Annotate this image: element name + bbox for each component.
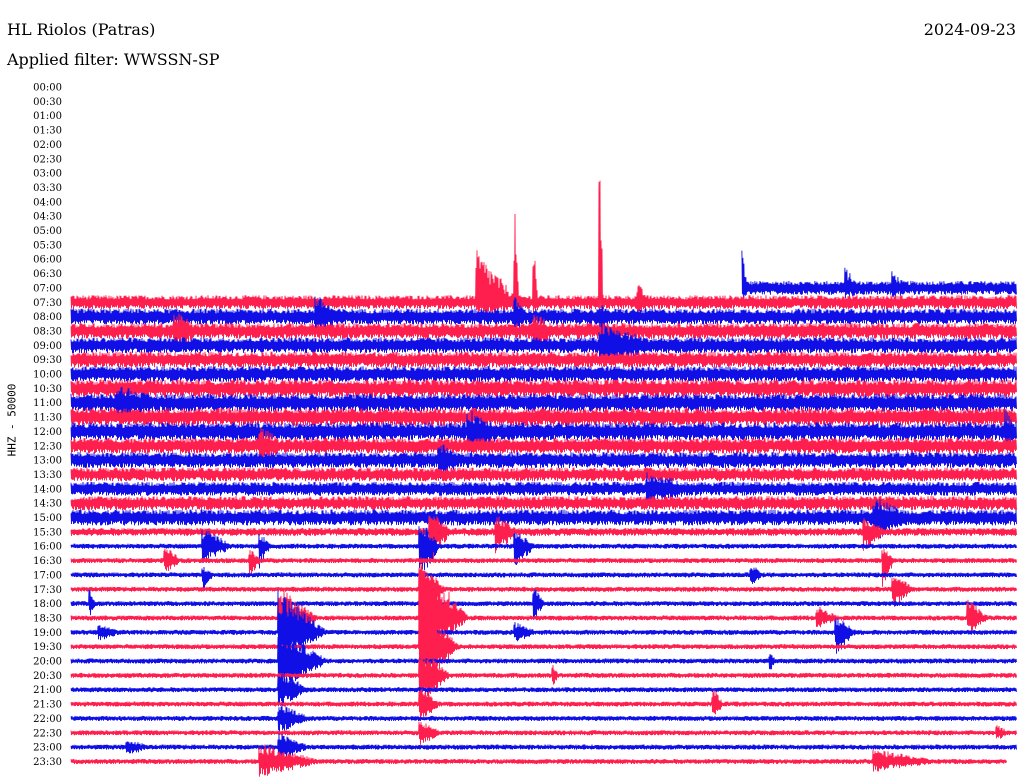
time-tick-label: 08:30 bbox=[33, 326, 62, 337]
time-tick-label: 06:30 bbox=[33, 269, 62, 280]
time-tick-label: 17:30 bbox=[33, 585, 62, 596]
time-tick-label: 14:30 bbox=[33, 499, 62, 510]
time-tick-label: 18:30 bbox=[33, 613, 62, 624]
time-tick-label: 02:30 bbox=[33, 154, 62, 165]
time-tick-label: 16:30 bbox=[33, 556, 62, 567]
time-tick-label: 21:30 bbox=[33, 700, 62, 711]
time-tick-label: 08:00 bbox=[33, 312, 62, 323]
trace-row-1130 bbox=[70, 408, 1017, 427]
time-tick-label: 11:00 bbox=[33, 398, 62, 409]
time-tick-label: 09:30 bbox=[33, 355, 62, 366]
time-tick-label: 07:30 bbox=[33, 298, 62, 309]
time-tick-label: 19:00 bbox=[33, 628, 62, 639]
time-tick-label: 21:00 bbox=[33, 685, 62, 696]
trace-row-1000 bbox=[70, 365, 1017, 383]
trace-row-2130 bbox=[70, 688, 1017, 721]
trace-row-1630 bbox=[70, 548, 1017, 587]
time-tick-labels: 00:00 00:30 01:00 01:30 02:00 02:30 03:00 03:30… bbox=[33, 83, 62, 768]
trace-row-0700 bbox=[741, 250, 1017, 299]
time-tick-label: 00:00 bbox=[33, 83, 62, 94]
time-tick-label: 03:00 bbox=[33, 169, 62, 180]
time-tick-label: 04:30 bbox=[33, 212, 62, 223]
time-tick-label: 23:00 bbox=[33, 743, 62, 754]
time-tick-label: 17:00 bbox=[33, 570, 62, 581]
time-tick-label: 15:00 bbox=[33, 513, 62, 524]
trace-row-1800 bbox=[70, 589, 1017, 620]
time-tick-label: 04:00 bbox=[33, 197, 62, 208]
time-tick-label: 11:30 bbox=[33, 413, 62, 424]
trace-row-2230 bbox=[70, 721, 1017, 745]
time-tick-label: 15:30 bbox=[33, 527, 62, 538]
trace-row-2000 bbox=[70, 631, 1017, 691]
time-tick-label: 03:30 bbox=[33, 183, 62, 194]
time-tick-label: 10:00 bbox=[33, 370, 62, 381]
time-tick-label: 07:00 bbox=[33, 283, 62, 294]
time-tick-label: 22:30 bbox=[33, 728, 62, 739]
trace-row-1330 bbox=[70, 467, 1017, 482]
time-tick-label: 06:00 bbox=[33, 255, 62, 266]
seismogram-traces bbox=[70, 180, 1017, 777]
time-tick-label: 12:30 bbox=[33, 441, 62, 452]
time-tick-label: 12:00 bbox=[33, 427, 62, 438]
trace-row-1830 bbox=[70, 557, 1017, 659]
trace-row-2200 bbox=[70, 703, 1017, 733]
time-tick-label: 23:30 bbox=[33, 757, 62, 768]
time-tick-label: 01:00 bbox=[33, 111, 62, 122]
time-tick-label: 13:30 bbox=[33, 470, 62, 481]
time-tick-label: 01:30 bbox=[33, 126, 62, 137]
time-tick-label: 10:30 bbox=[33, 384, 62, 395]
time-tick-label: 13:00 bbox=[33, 456, 62, 467]
trace-row-0930 bbox=[70, 351, 1017, 368]
trace-row-0730 bbox=[70, 180, 1017, 315]
time-tick-label: 18:00 bbox=[33, 599, 62, 610]
time-tick-label: 00:30 bbox=[33, 97, 62, 108]
time-tick-label: 20:30 bbox=[33, 671, 62, 682]
helicorder-plot: 00:00 00:30 01:00 01:30 02:00 02:30 03:00 03:30… bbox=[33, 83, 1017, 777]
time-tick-label: 14:00 bbox=[33, 484, 62, 495]
time-tick-label: 19:30 bbox=[33, 642, 62, 653]
time-tick-label: 22:00 bbox=[33, 714, 62, 725]
time-tick-label: 20:00 bbox=[33, 657, 62, 668]
time-tick-label: 16:00 bbox=[33, 542, 62, 553]
trace-row-1700 bbox=[70, 566, 1017, 588]
time-tick-label: 05:00 bbox=[33, 226, 62, 237]
time-tick-label: 02:00 bbox=[33, 140, 62, 151]
time-tick-label: 05:30 bbox=[33, 240, 62, 251]
time-tick-label: 09:00 bbox=[33, 341, 62, 352]
